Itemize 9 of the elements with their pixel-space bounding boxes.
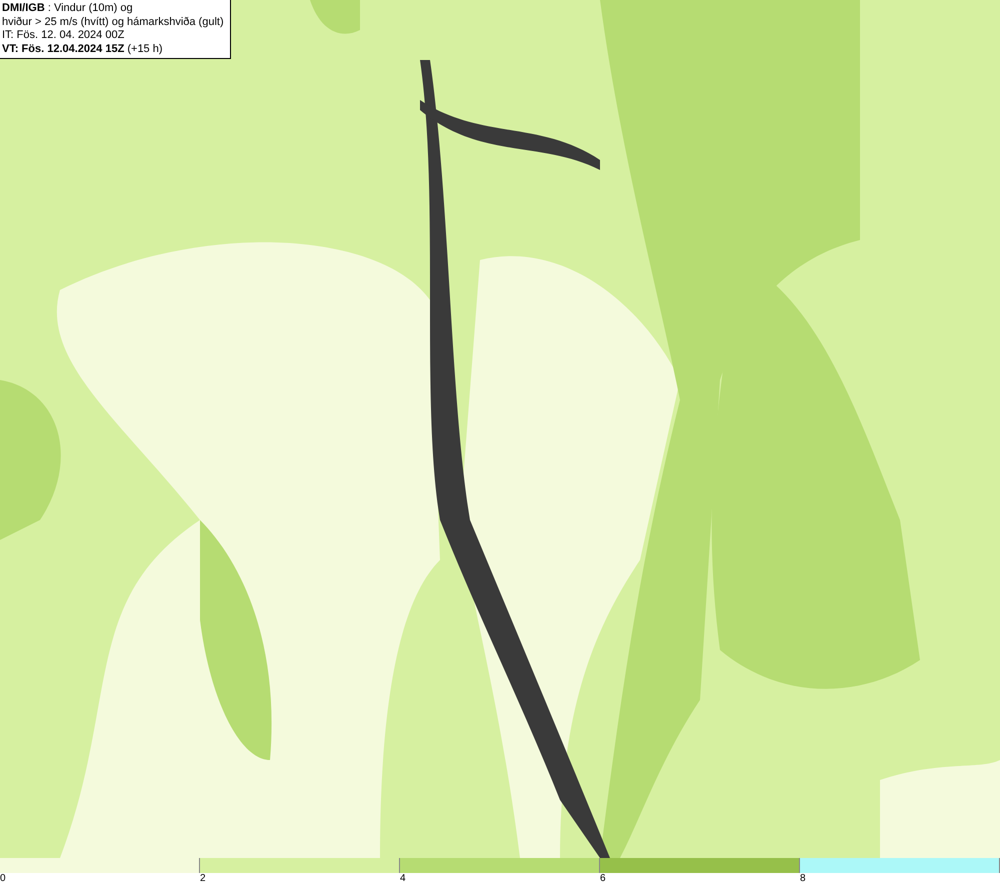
legend-label: 4 (400, 873, 406, 885)
legend-label: 8 (800, 873, 806, 885)
header-line: hviður > 25 m/s (hvítt) og hámarkshviða (gult) (2, 16, 224, 29)
chart-title: DMI/IGB : Vindur (10m) og (2, 2, 134, 16)
legend-label: 6 (600, 873, 606, 885)
header-line: VT: Fös. 12.04.2024 15Z (+15 h) (2, 42, 164, 56)
legend-label: 0 (0, 873, 6, 885)
legend-label: 2 (200, 873, 206, 885)
header-line: IT: Fös. 12. 04. 2024 00Z (2, 29, 126, 42)
